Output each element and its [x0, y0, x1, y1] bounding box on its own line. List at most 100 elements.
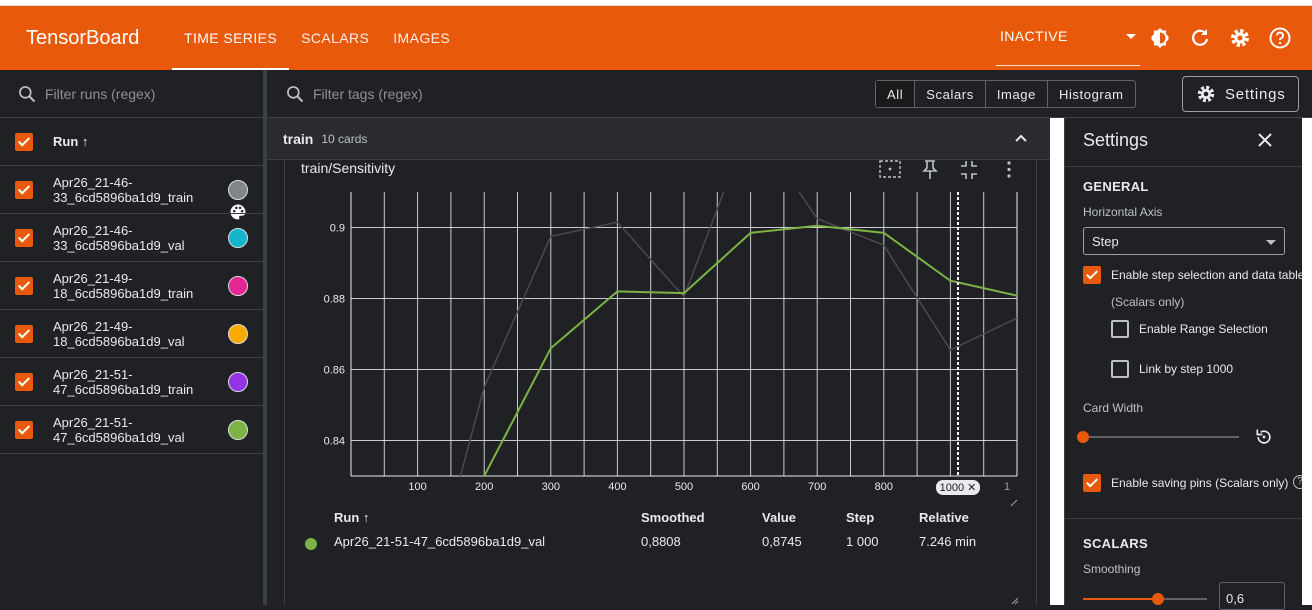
tag-filter-input[interactable]: [313, 85, 613, 102]
run-color-swatch[interactable]: [228, 372, 248, 392]
col-smoothed[interactable]: Smoothed: [641, 510, 705, 525]
horizontal-axis-select[interactable]: Step: [1083, 227, 1285, 255]
select-all-checkbox[interactable]: [15, 132, 33, 151]
run-checkbox[interactable]: [15, 324, 33, 343]
col-step[interactable]: Step: [846, 510, 874, 525]
x-tick-label: 600: [741, 481, 759, 493]
row-value: 0,8745: [762, 534, 802, 549]
close-icon[interactable]: [1257, 132, 1273, 148]
y-tick-label: 0.86: [324, 365, 345, 377]
run-row[interactable]: Apr26_21-49-18_6cd5896ba1d9_val: [0, 310, 263, 358]
x-tick-label: 400: [608, 481, 626, 493]
range-selection-checkbox[interactable]: [1111, 320, 1129, 338]
divider: [1065, 518, 1312, 519]
settings-button[interactable]: Settings: [1182, 76, 1299, 112]
run-row[interactable]: Apr26_21-46-33_6cd5896ba1d9_val: [0, 214, 263, 262]
run-column-header[interactable]: Run ↑: [53, 134, 88, 149]
run-color-dot: [305, 538, 317, 550]
smoothing-fill: [1083, 598, 1158, 600]
run-color-swatch[interactable]: [228, 420, 248, 440]
page-scrollbar[interactable]: [1302, 118, 1312, 605]
link-by-step-checkbox[interactable]: [1111, 360, 1129, 378]
reset-icon[interactable]: [1254, 427, 1274, 447]
run-row[interactable]: Apr26_21-49-18_6cd5896ba1d9_train: [0, 262, 263, 310]
general-section-title: GENERAL: [1083, 179, 1149, 194]
filter-all-button[interactable]: All: [876, 81, 915, 107]
divider: [1065, 166, 1312, 167]
tab-time-series[interactable]: TIME SERIES: [172, 6, 290, 70]
main-scrollbar[interactable]: [1050, 118, 1064, 605]
help-icon[interactable]: [1268, 26, 1292, 50]
run-filter-input[interactable]: [45, 85, 245, 102]
row-smoothed: 0,8808: [641, 534, 681, 549]
step-selection-hint: (Scalars only): [1111, 295, 1185, 309]
filter-image-button[interactable]: Image: [984, 81, 1047, 107]
smoothing-input[interactable]: 0,6: [1219, 582, 1285, 610]
run-color-swatch[interactable]: [228, 180, 248, 200]
app-header: TensorBoard TIME SERIES SCALARS IMAGES I…: [0, 6, 1312, 70]
resize-handle-icon[interactable]: [1011, 597, 1019, 605]
row-step: 1 000: [846, 534, 879, 549]
card-width-track[interactable]: [1083, 436, 1239, 438]
plugin-type-filter: All Scalars Image Histogram: [875, 80, 1136, 108]
filter-histogram-button[interactable]: Histogram: [1046, 81, 1135, 107]
plugin-select[interactable]: INACTIVE: [996, 6, 1140, 66]
x-tick-label: 200: [475, 481, 493, 493]
tag-filter-bar: All Scalars Image Histogram Settings: [267, 70, 1312, 118]
runs-sidebar: Run ↑ Apr26_21-46-33_6cd5896ba1d9_trainA…: [0, 70, 264, 605]
run-checkbox[interactable]: [15, 228, 33, 247]
run-checkbox[interactable]: [15, 180, 33, 199]
collapse-card-icon[interactable]: [960, 160, 978, 180]
horizontal-axis-label: Horizontal Axis: [1083, 205, 1163, 219]
more-vert-icon[interactable]: [1004, 160, 1014, 180]
run-row[interactable]: Apr26_21-51-47_6cd5896ba1d9_train: [0, 358, 263, 406]
run-color-swatch[interactable]: [228, 276, 248, 296]
settings-button-label: Settings: [1225, 85, 1286, 103]
smoothing-thumb[interactable]: [1152, 593, 1164, 605]
search-icon: [287, 85, 304, 102]
run-checkbox[interactable]: [15, 372, 33, 391]
chevron-up-icon[interactable]: [1014, 131, 1028, 145]
tab-scalars[interactable]: SCALARS: [289, 6, 381, 70]
card-width-thumb[interactable]: [1077, 431, 1089, 443]
run-row[interactable]: Apr26_21-51-47_6cd5896ba1d9_val: [0, 406, 263, 454]
run-name: Apr26_21-51-47_6cd5896ba1d9_train: [53, 366, 194, 397]
theme-toggle-icon[interactable]: [1148, 26, 1172, 50]
chart-resize-handle[interactable]: [1010, 499, 1018, 507]
y-tick-label: 0.88: [324, 294, 345, 306]
link-by-step-label: Link by step 1000: [1139, 362, 1234, 376]
card-group-header[interactable]: train 10 cards: [267, 118, 1050, 160]
col-relative[interactable]: Relative: [919, 510, 969, 525]
tab-images[interactable]: IMAGES: [381, 6, 462, 70]
line-chart[interactable]: 0.840.860.880.91002003004005006007008009…: [285, 180, 1025, 525]
smoothing-label: Smoothing: [1083, 562, 1141, 576]
group-name: train: [283, 130, 314, 147]
run-color-swatch[interactable]: [228, 324, 248, 344]
gear-icon[interactable]: [1228, 26, 1252, 50]
run-name: Apr26_21-49-18_6cd5896ba1d9_train: [53, 270, 194, 301]
gear-icon: [1197, 85, 1215, 103]
fit-domain-icon[interactable]: [879, 160, 901, 180]
run-filter: [0, 70, 263, 118]
x-tick-label-partial: 1: [1004, 481, 1010, 493]
run-list: Apr26_21-46-33_6cd5896ba1d9_train Apr26_2…: [0, 166, 263, 454]
run-color-swatch[interactable]: [228, 228, 248, 248]
range-selection-label: Enable Range Selection: [1139, 322, 1268, 336]
settings-panel: Settings GENERAL Horizontal Axis Step En…: [1064, 118, 1312, 610]
step-selection-checkbox[interactable]: [1083, 266, 1101, 284]
filter-scalars-button[interactable]: Scalars: [914, 81, 985, 107]
row-relative: 7.246 min: [919, 534, 977, 549]
pin-icon[interactable]: [921, 160, 939, 180]
run-checkbox[interactable]: [15, 276, 33, 295]
scalars-section-title: SCALARS: [1083, 536, 1148, 551]
col-run[interactable]: Run ↑: [334, 510, 369, 525]
saving-pins-label: Enable saving pins (Scalars only): [1111, 476, 1289, 490]
app-title: TensorBoard: [26, 26, 140, 49]
x-tick-label: 100: [408, 481, 426, 493]
col-value[interactable]: Value: [762, 510, 796, 525]
saving-pins-checkbox[interactable]: [1083, 474, 1101, 492]
run-checkbox[interactable]: [15, 420, 33, 439]
run-row[interactable]: Apr26_21-46-33_6cd5896ba1d9_train: [0, 166, 263, 214]
reload-icon[interactable]: [1188, 26, 1212, 50]
run-name: Apr26_21-46-33_6cd5896ba1d9_val: [53, 222, 185, 253]
